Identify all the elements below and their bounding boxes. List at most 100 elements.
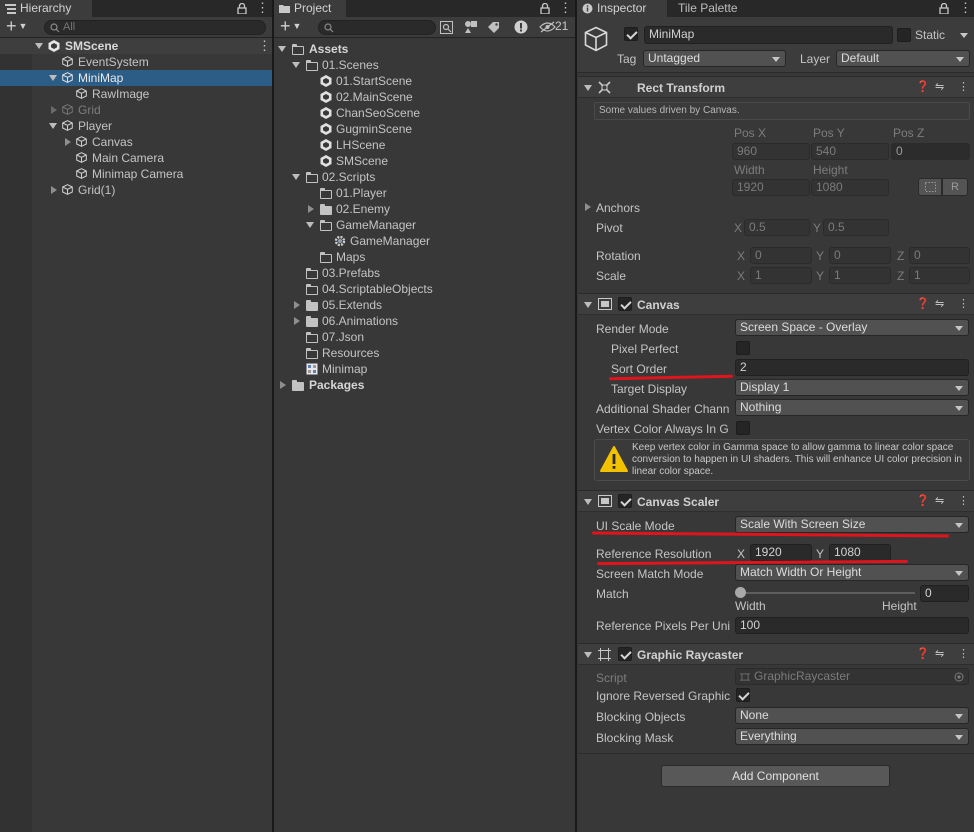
static-checkbox[interactable] xyxy=(897,28,911,42)
pixel-perfect-checkbox[interactable] xyxy=(736,341,750,355)
expand-arrow-icon[interactable] xyxy=(35,43,43,49)
expand-arrow-icon[interactable] xyxy=(306,222,314,228)
list-item[interactable]: 01.Scenes xyxy=(274,57,575,73)
tag-dropdown[interactable]: Untagged xyxy=(643,50,786,67)
ref-ppu-field[interactable]: 100 xyxy=(735,617,969,634)
scene-row[interactable]: SMScene ⋮ xyxy=(0,38,272,54)
list-item[interactable]: SMScene xyxy=(274,153,575,169)
help-icon[interactable]: ❓ xyxy=(916,80,930,93)
ui-scale-mode-dropdown[interactable]: Scale With Screen Size xyxy=(735,516,969,533)
collapsed-arrow-icon[interactable] xyxy=(65,138,71,146)
rect-transform-header[interactable]: Rect Transform ❓ ⇋ ⋮ xyxy=(578,76,974,98)
expand-arrow-icon[interactable] xyxy=(49,123,57,129)
list-item[interactable]: Packages xyxy=(274,377,575,393)
list-item[interactable]: EventSystem xyxy=(0,54,272,70)
search-by-type-icon[interactable] xyxy=(440,21,453,34)
ref-y-field[interactable]: 1080 xyxy=(829,544,891,561)
list-item[interactable]: Minimap xyxy=(274,361,575,377)
list-item[interactable]: 01.Player xyxy=(274,185,575,201)
list-item[interactable]: GameManager xyxy=(274,233,575,249)
list-item[interactable]: Grid(1) xyxy=(0,182,272,198)
help-icon[interactable]: ❓ xyxy=(916,647,930,660)
presets-icon[interactable]: ⇋ xyxy=(935,647,944,660)
foldout-arrow-icon[interactable] xyxy=(584,302,592,308)
list-item[interactable]: GugminScene xyxy=(274,121,575,137)
expand-arrow-icon[interactable] xyxy=(292,174,300,180)
collapsed-arrow-icon[interactable] xyxy=(280,381,286,389)
blocking-objects-dropdown[interactable]: None xyxy=(735,707,969,724)
static-dropdown-icon[interactable] xyxy=(960,33,968,38)
list-item[interactable]: RawImage xyxy=(0,86,272,102)
collapsed-arrow-icon[interactable] xyxy=(294,301,300,309)
list-item[interactable]: Main Camera xyxy=(0,150,272,166)
collapsed-arrow-icon[interactable] xyxy=(308,205,314,213)
render-mode-dropdown[interactable]: Screen Space - Overlay xyxy=(735,319,969,336)
match-mode-dropdown[interactable]: Match Width Or Height xyxy=(735,564,969,581)
ref-x-field[interactable]: 1920 xyxy=(750,544,812,561)
kebab-menu-icon[interactable]: ⋮ xyxy=(958,80,969,93)
list-item[interactable]: 06.Animations xyxy=(274,313,575,329)
canvas-scaler-header[interactable]: Canvas Scaler ❓ ⇋ ⋮ xyxy=(578,490,974,512)
kebab-menu-icon[interactable]: ⋮ xyxy=(958,494,969,507)
list-item[interactable]: 04.ScriptableObjects xyxy=(274,281,575,297)
anchors-foldout-icon[interactable] xyxy=(585,203,591,211)
match-value-field[interactable]: 0 xyxy=(920,585,969,602)
tab-project[interactable]: Project xyxy=(274,0,346,17)
tab-inspector[interactable]: Inspector xyxy=(577,0,667,17)
graphic-raycaster-header[interactable]: Graphic Raycaster ❓ ⇋ ⋮ xyxy=(578,643,974,665)
anchors-label[interactable]: Anchors xyxy=(596,201,640,215)
raycaster-enabled-checkbox[interactable] xyxy=(618,647,632,661)
expand-arrow-icon[interactable] xyxy=(292,62,300,68)
list-item[interactable]: 03.Prefabs xyxy=(274,265,575,281)
object-name-field[interactable]: MiniMap xyxy=(644,26,893,44)
list-item[interactable]: Minimap Camera xyxy=(0,166,272,182)
ignore-reversed-checkbox[interactable] xyxy=(736,688,750,702)
list-item[interactable]: LHScene xyxy=(274,137,575,153)
filter-type-icon[interactable] xyxy=(464,20,478,34)
vertex-color-checkbox[interactable] xyxy=(736,421,750,435)
list-item[interactable]: Canvas xyxy=(0,134,272,150)
list-item[interactable]: Assets xyxy=(274,41,575,57)
list-item[interactable]: Grid xyxy=(0,102,272,118)
foldout-arrow-icon[interactable] xyxy=(584,499,592,505)
kebab-menu-icon[interactable]: ⋮ xyxy=(258,38,271,54)
kebab-menu-icon[interactable]: ⋮ xyxy=(256,0,269,15)
lock-icon[interactable] xyxy=(540,3,550,14)
canvas-enabled-checkbox[interactable] xyxy=(618,297,632,311)
kebab-menu-icon[interactable]: ⋮ xyxy=(958,647,969,660)
presets-icon[interactable]: ⇋ xyxy=(935,494,944,507)
tab-hierarchy[interactable]: Hierarchy xyxy=(0,0,92,17)
expand-arrow-icon[interactable] xyxy=(49,75,57,81)
list-item[interactable]: GameManager xyxy=(274,217,575,233)
list-item[interactable]: Resources xyxy=(274,345,575,361)
canvas-header[interactable]: Canvas ❓ ⇋ ⋮ xyxy=(578,293,974,315)
foldout-arrow-icon[interactable] xyxy=(584,652,592,658)
presets-icon[interactable]: ⇋ xyxy=(935,80,944,93)
lock-icon[interactable] xyxy=(939,3,949,14)
help-icon[interactable]: ❓ xyxy=(916,494,930,507)
lock-icon[interactable] xyxy=(237,3,247,14)
sort-order-field[interactable]: 2 xyxy=(735,359,969,376)
list-item[interactable]: Player xyxy=(0,118,272,134)
blocking-mask-dropdown[interactable]: Everything xyxy=(735,728,969,745)
list-item[interactable]: 01.StartScene xyxy=(274,73,575,89)
raw-edit-button[interactable]: R xyxy=(942,178,968,196)
list-item[interactable]: Maps xyxy=(274,249,575,265)
presets-icon[interactable]: ⇋ xyxy=(935,297,944,310)
canvas-scaler-enabled-checkbox[interactable] xyxy=(618,494,632,508)
foldout-arrow-icon[interactable] xyxy=(584,85,592,91)
label-tag-icon[interactable] xyxy=(487,21,500,34)
collapsed-arrow-icon[interactable] xyxy=(51,106,57,114)
kebab-menu-icon[interactable]: ⋮ xyxy=(959,0,972,15)
tab-tile-palette[interactable]: Tile Palette xyxy=(678,0,738,17)
add-component-button[interactable]: Add Component xyxy=(661,765,890,787)
match-slider-handle[interactable] xyxy=(735,587,746,598)
list-item[interactable]: 02.Enemy xyxy=(274,201,575,217)
collapsed-arrow-icon[interactable] xyxy=(51,186,57,194)
list-item[interactable]: 07.Json xyxy=(274,329,575,345)
active-checkbox[interactable] xyxy=(624,27,638,41)
target-display-dropdown[interactable]: Display 1 xyxy=(735,379,969,396)
add-button[interactable]: + ▼ xyxy=(6,16,27,36)
object-picker-icon[interactable] xyxy=(954,672,964,682)
help-icon[interactable]: ❓ xyxy=(916,297,930,310)
